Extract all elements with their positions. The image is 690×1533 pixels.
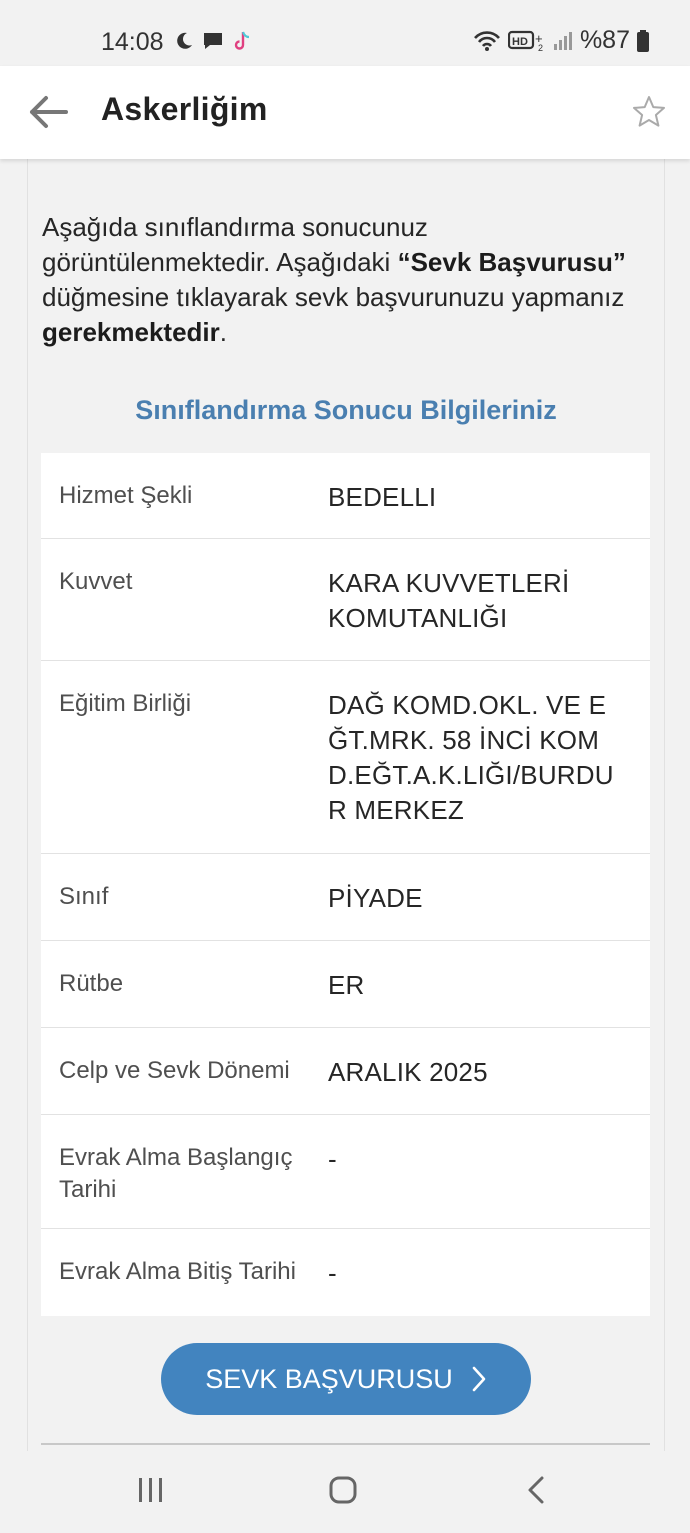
recent-apps-icon[interactable] xyxy=(137,1475,165,1505)
row-label: Sınıf xyxy=(59,883,109,910)
hd-voice-icon: HD + 2 xyxy=(507,30,543,53)
app-header: Askerliğim xyxy=(0,66,690,159)
intro-part-2: düğmesine tıklayarak sevk başvurunuzu ya… xyxy=(42,282,625,312)
table-row: Evrak Alma Başlangıç Tarihi - xyxy=(41,1115,650,1229)
intro-bold-1: “Sevk Başvurusu” xyxy=(397,247,626,277)
sevk-basvurusu-button[interactable]: SEVK BAŞVURUSU xyxy=(161,1343,531,1415)
row-label: Hizmet Şekli xyxy=(59,482,193,509)
row-value: - xyxy=(328,1144,337,1174)
table-row: Evrak Alma Bitiş Tarihi - xyxy=(41,1229,650,1316)
message-icon xyxy=(204,33,222,49)
battery-icon xyxy=(637,29,649,52)
row-value: ER xyxy=(328,970,365,1000)
status-time: 14:08 xyxy=(101,28,164,56)
row-label: Evrak Alma Başlangıç Tarihi xyxy=(59,1144,293,1203)
svg-text:2: 2 xyxy=(538,43,543,53)
status-system-icons: HD + 2 %87 xyxy=(472,26,650,55)
table-row: Hizmet Şekli BEDELLI xyxy=(41,453,650,539)
table-row: Celp ve Sevk Dönemi ARALIK 2025 xyxy=(41,1028,650,1115)
row-label: Kuvvet xyxy=(59,568,133,595)
moon-icon xyxy=(177,32,192,49)
back-arrow-icon[interactable] xyxy=(26,92,70,132)
back-nav-icon[interactable] xyxy=(525,1475,547,1505)
row-label: Celp ve Sevk Dönemi xyxy=(59,1057,290,1084)
table-row: Kuvvet KARA KUVVETLERİ KOMUTANLIĞI xyxy=(41,539,650,661)
row-value: KARA KUVVETLERİ KOMUTANLIĞI xyxy=(328,568,570,633)
svg-text:HD: HD xyxy=(512,36,528,48)
signal-icon xyxy=(553,31,572,50)
status-bar: 14:08 HD + 2 %87 xyxy=(0,0,690,66)
chevron-right-icon xyxy=(472,1366,486,1392)
divider xyxy=(41,1443,650,1445)
info-table: Hizmet Şekli BEDELLI Kuvvet KARA KUVVETL… xyxy=(41,453,650,1316)
row-value: DAĞ KOMD.OKL. VE EĞT.MRK. 58 İNCİ KOMD.E… xyxy=(328,690,614,825)
intro-part-3: . xyxy=(219,317,227,347)
intro-bold-2: gerekmektedir xyxy=(42,317,220,347)
row-label: Evrak Alma Bitiş Tarihi xyxy=(59,1258,296,1285)
wifi-icon xyxy=(473,30,500,51)
row-value: ARALIK 2025 xyxy=(328,1057,488,1087)
row-value: BEDELLI xyxy=(328,482,437,512)
battery-percentage: %87 xyxy=(579,26,630,54)
sevk-button-label: SEVK BAŞVURUSU xyxy=(205,1363,453,1394)
page-title: Askerliğim xyxy=(101,91,268,127)
row-value: PİYADE xyxy=(328,883,423,913)
row-value: - xyxy=(328,1258,337,1288)
tiktok-icon xyxy=(234,31,250,50)
table-row: Eğitim Birliği DAĞ KOMD.OKL. VE EĞT.MRK.… xyxy=(41,661,650,854)
row-label: Eğitim Birliği xyxy=(59,690,192,717)
content-card: Aşağıda sınıflandırma sonucunuz görüntül… xyxy=(27,159,665,1451)
system-nav-bar xyxy=(0,1451,690,1533)
favorite-star-icon[interactable] xyxy=(632,95,666,129)
row-label: Rütbe xyxy=(59,970,124,997)
table-row: Sınıf PİYADE xyxy=(41,854,650,941)
status-notification-icons xyxy=(174,29,254,53)
intro-part-1: Aşağıda sınıflandırma sonucunuz görüntül… xyxy=(42,212,428,277)
home-icon[interactable] xyxy=(328,1475,358,1505)
section-title: Sınıflandırma Sonucu Bilgileriniz xyxy=(135,395,557,425)
intro-text: Aşağıda sınıflandırma sonucunuz görüntül… xyxy=(42,210,632,350)
table-row: Rütbe ER xyxy=(41,941,650,1028)
